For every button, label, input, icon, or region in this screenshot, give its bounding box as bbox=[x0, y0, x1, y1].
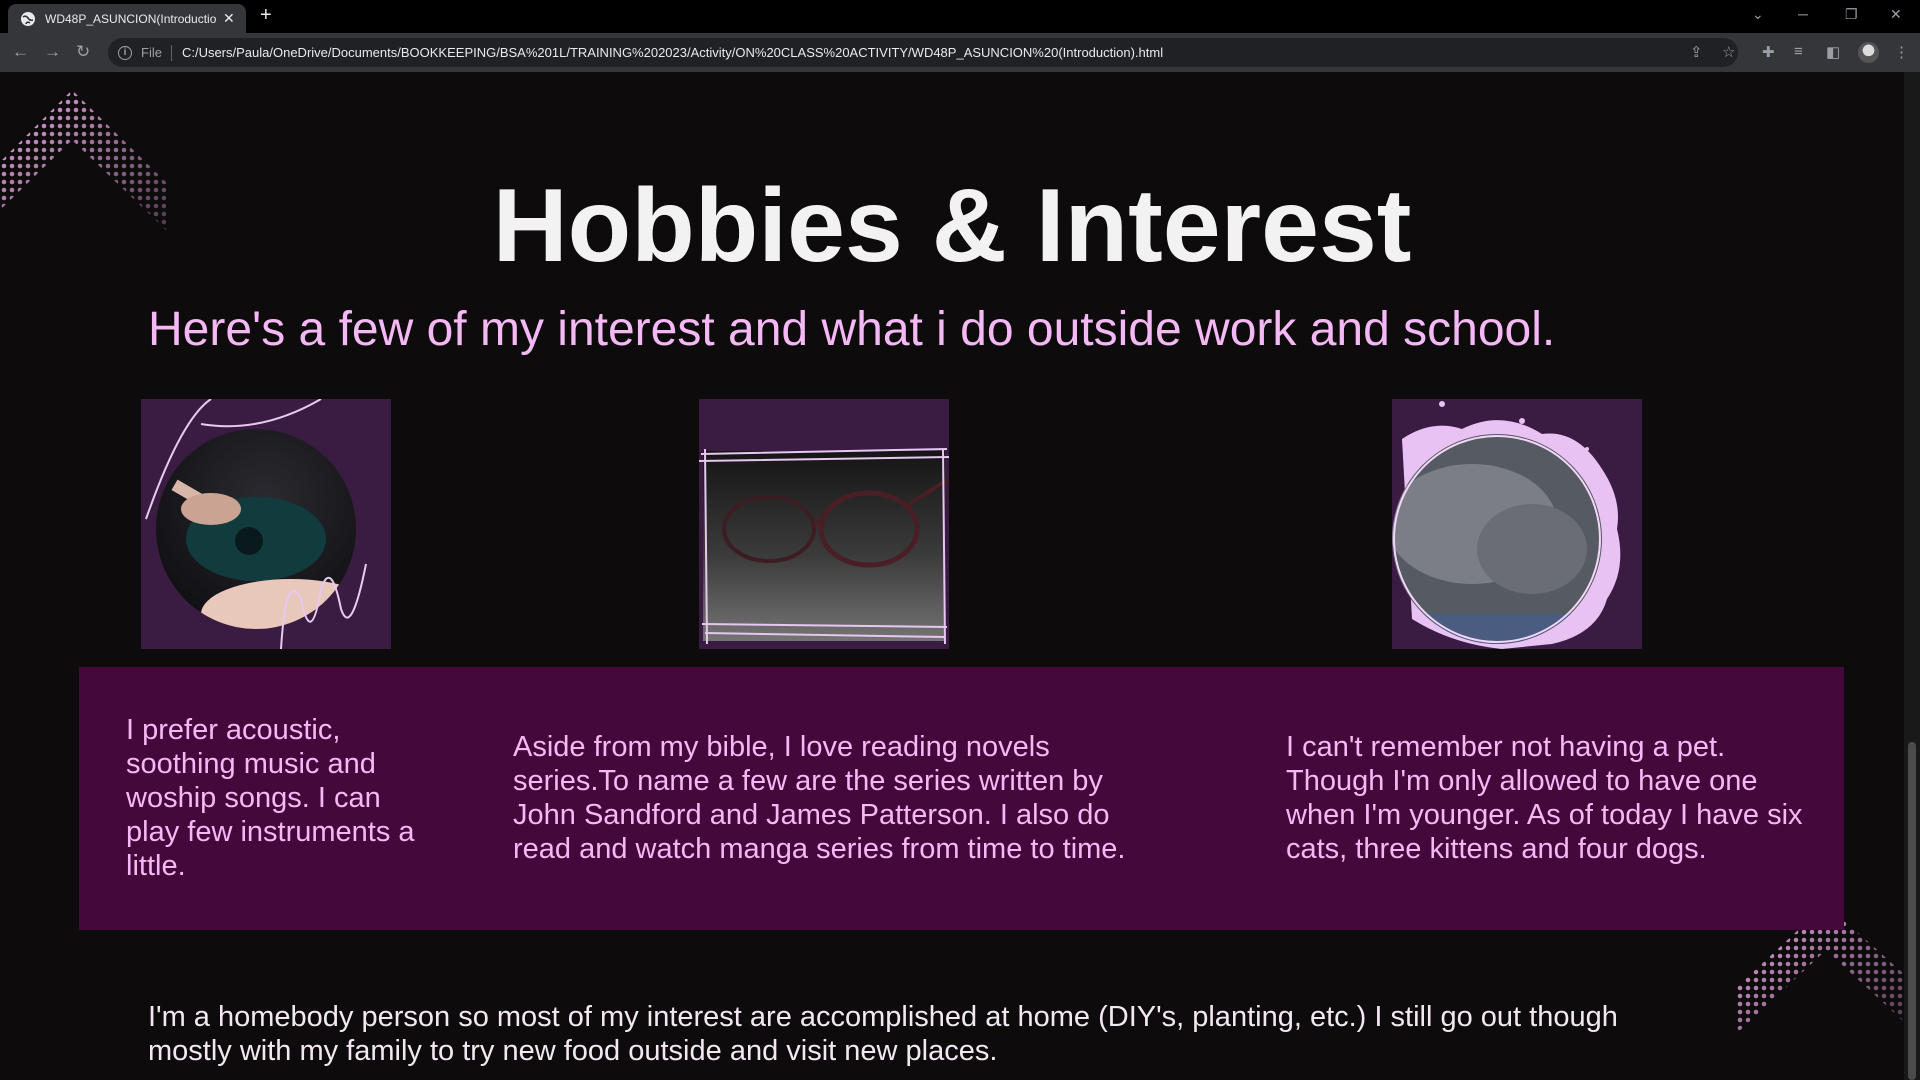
address-bar[interactable]: i File C:/Users/Paula/OneDrive/Documents… bbox=[108, 38, 1738, 67]
file-label: File bbox=[141, 45, 162, 60]
tab-strip: WD48P_ASUNCION(Introduction ✕ + ⌄ ─ ❐ ✕ bbox=[0, 0, 1920, 33]
guitar-photo bbox=[141, 398, 391, 650]
bookmark-star-icon[interactable]: ☆ bbox=[1722, 43, 1735, 61]
reload-icon[interactable]: ↻ bbox=[76, 42, 90, 62]
hobby-pets-text: I can't remember not having a pet. Thoug… bbox=[1286, 731, 1803, 865]
extensions-icon[interactable]: ✚ bbox=[1762, 43, 1775, 61]
eyeglasses-photo bbox=[698, 399, 951, 649]
tab-search-icon[interactable]: ⌄ bbox=[1752, 6, 1764, 23]
menu-icon[interactable]: ⋮ bbox=[1894, 43, 1909, 61]
new-tab-button[interactable]: + bbox=[260, 4, 272, 27]
forward-icon[interactable]: → bbox=[44, 42, 61, 62]
globe-icon bbox=[21, 11, 35, 26]
browser-toolbar: ← → ↻ i File C:/Users/Paula/OneDrive/Doc… bbox=[0, 33, 1920, 72]
hobby-music-text: I prefer acoustic, soothing music and wo… bbox=[126, 714, 415, 882]
page-subtitle: Here's a few of my interest and what i d… bbox=[148, 303, 1556, 356]
cat-photo bbox=[1392, 399, 1642, 649]
scrollbar-thumb[interactable] bbox=[1908, 742, 1916, 1080]
divider bbox=[170, 44, 172, 61]
minimize-icon[interactable]: ─ bbox=[1798, 6, 1808, 22]
page-viewport: Hobbies & Interest Here's a few of my in… bbox=[0, 72, 1904, 1080]
back-icon[interactable]: ← bbox=[12, 42, 29, 62]
side-panel-icon[interactable]: ◧ bbox=[1826, 43, 1840, 61]
browser-tab[interactable]: WD48P_ASUNCION(Introduction ✕ bbox=[8, 4, 246, 33]
vertical-scrollbar[interactable] bbox=[1904, 72, 1920, 1080]
info-icon[interactable]: i bbox=[118, 45, 132, 60]
homebody-paragraph: I'm a homebody person so most of my inte… bbox=[148, 1001, 1618, 1067]
share-icon[interactable]: ⇪ bbox=[1690, 43, 1703, 61]
restore-icon[interactable]: ❐ bbox=[1845, 6, 1858, 23]
reading-list-icon[interactable]: ≡ bbox=[1794, 43, 1803, 60]
close-tab-icon[interactable]: ✕ bbox=[223, 10, 235, 27]
page-title: Hobbies & Interest bbox=[492, 168, 1412, 284]
url-text[interactable]: C:/Users/Paula/OneDrive/Documents/BOOKKE… bbox=[182, 45, 1163, 60]
profile-avatar[interactable] bbox=[1858, 42, 1879, 63]
close-window-icon[interactable]: ✕ bbox=[1890, 6, 1902, 23]
hobby-reading-text: Aside from my bible, I love reading nove… bbox=[513, 731, 1126, 865]
tab-title: WD48P_ASUNCION(Introduction bbox=[45, 11, 217, 26]
